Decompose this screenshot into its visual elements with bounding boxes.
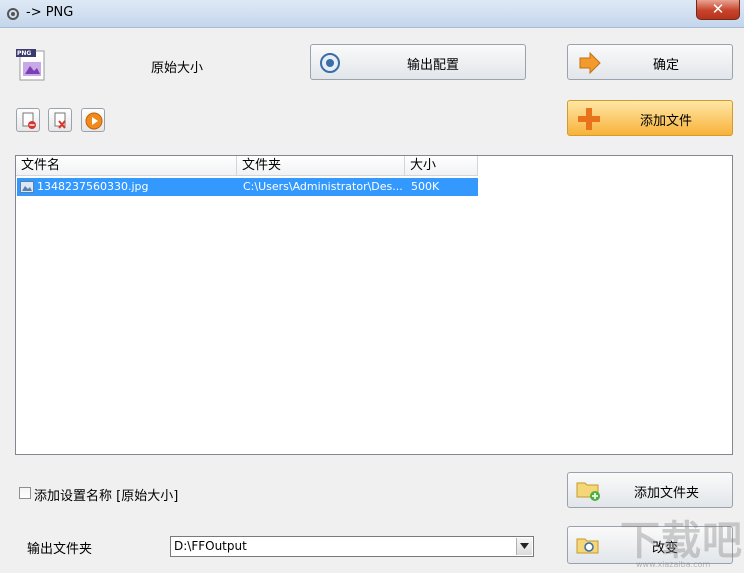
size-label: 原始大小 (151, 61, 204, 76)
file-list-header: 文件名 文件夹 大小 (16, 156, 732, 176)
add-file-label: 添加文件 (640, 114, 693, 129)
config-gear-icon (320, 53, 340, 73)
folder-change-icon (576, 538, 599, 554)
output-config-button[interactable]: 输出配置 (310, 44, 526, 80)
plus-icon (578, 108, 600, 130)
format-badge: PNG (17, 50, 32, 57)
arrow-right-icon (579, 52, 601, 74)
add-folder-button[interactable]: 添加文件夹 (567, 472, 733, 508)
remove-file-icon (22, 112, 36, 129)
play-icon (85, 112, 103, 130)
column-header-folder[interactable]: 文件夹 (237, 156, 405, 176)
output-folder-value: D:\FFOutput (174, 539, 247, 553)
delete-file-icon (54, 112, 66, 129)
add-folder-label: 添加文件夹 (634, 486, 700, 501)
ok-label: 确定 (653, 58, 680, 73)
column-header-size[interactable]: 大小 (405, 156, 478, 176)
folder-add-icon (576, 482, 600, 501)
window-title: -> PNG (26, 5, 74, 20)
watermark-url: www.xiazaiba.com (636, 560, 711, 569)
add-setting-name-checkbox[interactable] (19, 487, 31, 499)
file-size-cell: 500K (411, 180, 440, 193)
output-folder-select[interactable]: D:\FFOutput (170, 536, 534, 557)
output-folder-label: 输出文件夹 (27, 542, 93, 557)
dropdown-arrow-icon[interactable] (516, 538, 532, 555)
delete-file-button[interactable] (48, 108, 72, 132)
ok-button[interactable]: 确定 (567, 44, 733, 80)
close-button[interactable]: ✕ (696, 0, 740, 20)
file-list[interactable]: 文件名 文件夹 大小 1348237560330.jpg C:\Users\Ad… (15, 155, 733, 455)
add-file-button[interactable]: 添加文件 (567, 100, 733, 136)
play-button[interactable] (81, 108, 105, 132)
image-file-icon (20, 181, 34, 193)
add-setting-name-label[interactable]: 添加设置名称 [原始大小] (34, 485, 178, 504)
file-folder-cell: C:\Users\Administrator\Des... (243, 180, 403, 193)
file-name-cell: 1348237560330.jpg (37, 180, 149, 193)
title-bar: -> PNG (0, 0, 744, 28)
table-row[interactable]: 1348237560330.jpg C:\Users\Administrator… (17, 178, 478, 196)
remove-file-button[interactable] (16, 108, 40, 132)
output-config-label: 输出配置 (407, 58, 460, 73)
column-header-name[interactable]: 文件名 (16, 156, 237, 176)
window-icon (7, 8, 19, 20)
watermark-logo: 下载吧 (620, 518, 743, 564)
